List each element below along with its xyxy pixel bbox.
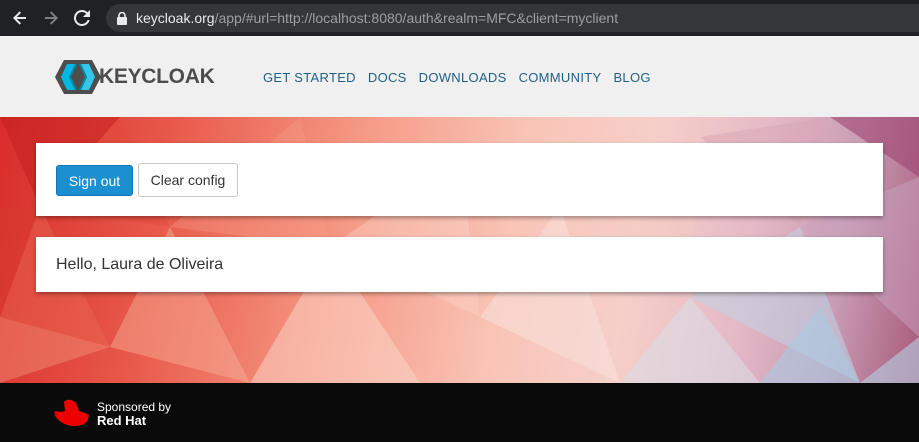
url-host: keycloak.org <box>136 10 215 26</box>
nav-blog[interactable]: BLOG <box>613 70 650 85</box>
address-bar[interactable]: keycloak.org/app/#url=http://localhost:8… <box>106 4 919 32</box>
reload-icon[interactable] <box>71 7 93 29</box>
redhat-brand: Red Hat <box>97 413 147 428</box>
keycloak-logo[interactable]: KEYCLOAK <box>55 60 215 94</box>
back-icon[interactable] <box>9 7 31 29</box>
site-footer: Sponsored by Red Hat <box>0 383 919 442</box>
sponsored-by-label: Sponsored by <box>97 400 172 414</box>
main-nav: GET STARTED DOCS DOWNLOADS COMMUNITY BLO… <box>263 70 663 85</box>
nav-downloads[interactable]: DOWNLOADS <box>419 70 507 85</box>
site-header: KEYCLOAK GET STARTED DOCS DOWNLOADS COMM… <box>0 36 919 117</box>
nav-community[interactable]: COMMUNITY <box>519 70 602 85</box>
url-path: /app/#url=http://localhost:8080/auth&rea… <box>214 10 619 26</box>
logo-text: KEYCLOAK <box>99 65 215 88</box>
keycloak-logo-icon <box>55 60 101 94</box>
redhat-text: Sponsored by Red Hat <box>97 400 171 428</box>
browser-toolbar: keycloak.org/app/#url=http://localhost:8… <box>0 0 919 36</box>
hero-background: Sign out Clear config Hello, Laura de Ol… <box>0 117 919 383</box>
lock-icon <box>117 11 127 25</box>
nav-get-started[interactable]: GET STARTED <box>263 70 356 85</box>
forward-icon[interactable] <box>40 7 62 29</box>
actions-card: Sign out Clear config <box>36 143 883 216</box>
url-text: keycloak.org/app/#url=http://localhost:8… <box>136 10 618 26</box>
clear-config-button[interactable]: Clear config <box>138 163 238 197</box>
greeting-card: Hello, Laura de Oliveira <box>36 237 883 292</box>
greeting-text: Hello, Laura de Oliveira <box>56 256 224 273</box>
nav-docs[interactable]: DOCS <box>368 70 407 85</box>
redhat-sponsor[interactable]: Sponsored by Red Hat <box>51 398 171 430</box>
redhat-hat-icon <box>54 399 89 426</box>
sign-out-button[interactable]: Sign out <box>56 165 133 196</box>
